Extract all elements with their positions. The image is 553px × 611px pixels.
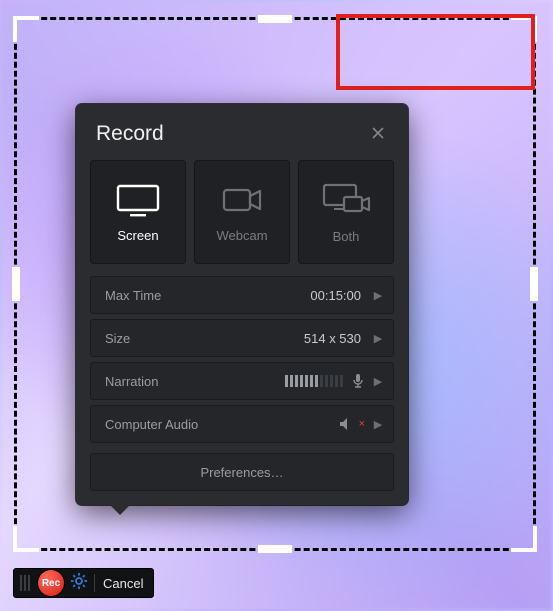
chevron-right-icon[interactable]: ▶ bbox=[371, 289, 385, 302]
microphone-icon[interactable] bbox=[351, 373, 365, 389]
speaker-muted-icon[interactable] bbox=[339, 417, 355, 431]
record-panel: Record Screen Webcam bbox=[76, 104, 408, 505]
chevron-right-icon[interactable]: ▶ bbox=[371, 418, 385, 431]
mode-screen[interactable]: Screen bbox=[90, 160, 186, 264]
drag-handle[interactable] bbox=[18, 575, 32, 591]
resize-handle-right[interactable] bbox=[530, 267, 538, 301]
mute-indicator: × bbox=[359, 418, 365, 430]
record-button[interactable]: Rec bbox=[38, 570, 64, 596]
panel-title: Record bbox=[96, 122, 164, 146]
record-toolbar: Rec Cancel bbox=[13, 568, 154, 598]
mode-webcam-label: Webcam bbox=[216, 228, 267, 243]
resize-handle-top[interactable] bbox=[258, 15, 292, 23]
both-icon bbox=[320, 181, 372, 219]
maxtime-label: Max Time bbox=[105, 288, 161, 303]
webcam-icon bbox=[218, 182, 266, 218]
resize-handle-tl[interactable] bbox=[13, 16, 39, 42]
toolbar-divider bbox=[94, 574, 95, 592]
mode-both-label: Both bbox=[333, 229, 360, 244]
settings-button[interactable] bbox=[70, 572, 88, 595]
resize-handle-br[interactable] bbox=[511, 526, 537, 552]
mode-screen-label: Screen bbox=[117, 228, 158, 243]
preferences-label: Preferences… bbox=[200, 465, 283, 480]
audio-label: Computer Audio bbox=[105, 417, 198, 432]
close-button[interactable] bbox=[368, 124, 388, 145]
row-size[interactable]: Size 514 x 530 ▶ bbox=[90, 319, 394, 357]
screen-icon bbox=[114, 182, 162, 218]
resize-handle-left[interactable] bbox=[12, 267, 20, 301]
preferences-button[interactable]: Preferences… bbox=[90, 453, 394, 491]
chevron-right-icon[interactable]: ▶ bbox=[371, 332, 385, 345]
narration-level-meter bbox=[285, 375, 343, 387]
gear-icon bbox=[70, 572, 88, 590]
size-value: 514 x 530 bbox=[304, 331, 361, 346]
row-narration[interactable]: Narration ▶ bbox=[90, 362, 394, 400]
chevron-right-icon[interactable]: ▶ bbox=[371, 375, 385, 388]
row-maxtime[interactable]: Max Time 00:15:00 ▶ bbox=[90, 276, 394, 314]
record-button-label: Rec bbox=[42, 578, 60, 589]
row-computer-audio[interactable]: Computer Audio × ▶ bbox=[90, 405, 394, 443]
size-label: Size bbox=[105, 331, 130, 346]
resize-handle-bottom[interactable] bbox=[258, 545, 292, 553]
narration-label: Narration bbox=[105, 374, 158, 389]
close-icon bbox=[371, 126, 385, 140]
resize-handle-bl[interactable] bbox=[13, 526, 39, 552]
cancel-button[interactable]: Cancel bbox=[101, 576, 145, 591]
mode-both[interactable]: Both bbox=[298, 160, 394, 264]
mode-webcam[interactable]: Webcam bbox=[194, 160, 290, 264]
annotation-highlight-box bbox=[336, 14, 535, 90]
maxtime-value: 00:15:00 bbox=[310, 288, 361, 303]
